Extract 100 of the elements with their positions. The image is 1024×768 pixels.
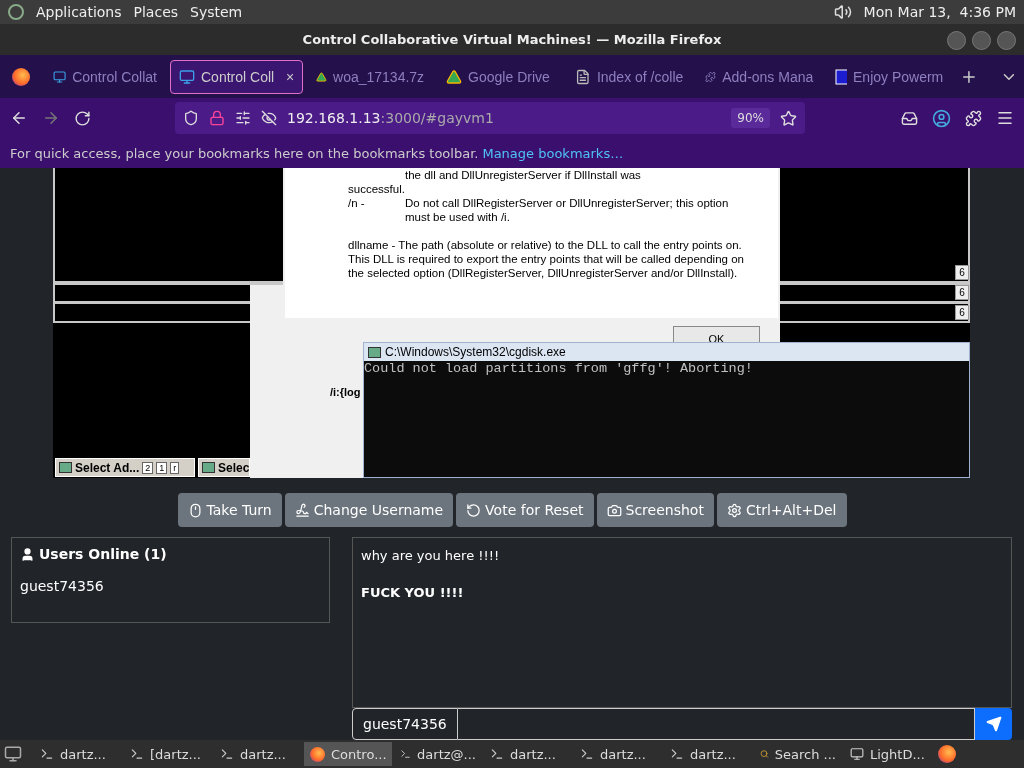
triangle-icon	[446, 68, 463, 85]
url-field[interactable]: 192.168.1.13:3000/#gayvm1 90%	[175, 102, 805, 134]
chat-message: why are you here !!!!	[361, 548, 501, 563]
zoom-badge[interactable]: 90%	[731, 108, 770, 128]
terminal-icon	[220, 747, 234, 761]
mini-button[interactable]: 1	[156, 461, 168, 474]
window-icon	[202, 462, 215, 473]
menu-icon[interactable]	[996, 109, 1014, 127]
lock-icon[interactable]	[209, 110, 225, 126]
panel-menu[interactable]: Applications	[36, 4, 122, 20]
taskbar-item[interactable]: Search ...	[754, 742, 842, 766]
taskbar-item[interactable]: dartz...	[34, 742, 122, 766]
taskbar-item[interactable]: Contro...	[304, 742, 392, 766]
taskbar-item[interactable]: [dartz...	[124, 742, 212, 766]
close-button[interactable]	[997, 31, 1016, 50]
console-title: C:\Windows\System32\cgdisk.exe	[385, 345, 566, 359]
taskbar-item[interactable]: dartz...	[574, 742, 662, 766]
bookmark-star-icon[interactable]	[780, 109, 797, 127]
signature-icon	[294, 502, 310, 518]
browser-tab[interactable]: woa_17134.7z	[307, 59, 434, 94]
counter-label: 6	[955, 305, 969, 320]
monitor-icon	[179, 68, 195, 85]
vm-action-button[interactable]: Vote for Reset	[456, 493, 594, 527]
vm-screen[interactable]	[53, 168, 970, 478]
firefox-icon[interactable]	[938, 745, 956, 763]
close-icon[interactable]: ×	[285, 68, 295, 85]
mouse-icon	[187, 502, 203, 518]
vm-task-label: Selec	[218, 460, 249, 475]
browser-tab[interactable]: Control Coll ×	[170, 59, 304, 94]
username-tag: guest74356	[352, 708, 458, 740]
vm-taskbar-item[interactable]: Selec	[198, 458, 250, 477]
help-text: Do not call DllRegisterServer or DllUnregisterServer; this option must be used with /i.	[405, 196, 730, 224]
bookmarks-hint: For quick access, place your bookmarks here on the bookmarks toolbar.	[10, 145, 479, 161]
taskbar-item[interactable]: dartz...	[664, 742, 752, 766]
pocket-icon[interactable]	[901, 109, 918, 127]
terminal-icon	[670, 747, 684, 761]
vm-action-button[interactable]: Ctrl+Alt+Del	[716, 493, 847, 527]
browser-tab[interactable]: Index of /colle	[566, 59, 693, 94]
permissions-icon[interactable]	[235, 110, 251, 126]
taskbar-item[interactable]: dartz...	[484, 742, 572, 766]
browser-tab[interactable]: Google Drive	[437, 59, 563, 94]
window-icon	[59, 462, 72, 473]
browser-tab[interactable]: Enjoy Powerm	[826, 59, 953, 94]
send-icon	[985, 716, 1002, 732]
manage-bookmarks-link[interactable]: Manage bookmarks…	[482, 145, 624, 161]
camera-icon	[606, 502, 622, 518]
monitor-icon	[53, 68, 67, 85]
panel-menu[interactable]: Places	[133, 4, 179, 20]
apps-logo-icon[interactable]	[8, 4, 24, 20]
help-text: the dll and DllUnregisterServer if DllInstall was	[404, 168, 642, 182]
reload-icon[interactable]	[74, 109, 91, 127]
panel-menu[interactable]: System	[190, 4, 243, 20]
mini-button[interactable]: r	[170, 461, 180, 474]
desktop-icon[interactable]	[4, 745, 22, 763]
terminal-icon	[40, 747, 54, 761]
clock[interactable]: Mon Mar 13, 4:36 PM	[863, 4, 1016, 20]
terminal-icon	[400, 747, 412, 761]
taskbar-item[interactable]: dartz@...	[394, 742, 482, 766]
vm-action-button[interactable]: Screenshot	[596, 493, 714, 527]
browser-tab[interactable]: Add-ons Mana	[696, 59, 823, 94]
taskbar-item[interactable]: LightD...	[844, 742, 932, 766]
counter-label: 6	[955, 285, 969, 300]
send-button[interactable]	[975, 708, 1012, 740]
undo-icon	[466, 502, 482, 518]
console-icon	[368, 346, 381, 358]
extensions-icon[interactable]	[965, 109, 982, 127]
firefox-icon	[310, 746, 325, 762]
vm-taskbar-item[interactable]: Select Ad... 2 1 r	[55, 458, 195, 477]
logo-icon	[835, 68, 847, 85]
monitor-icon	[850, 747, 864, 761]
back-icon[interactable]	[10, 109, 28, 127]
terminal-icon	[490, 747, 504, 761]
vm-action-button[interactable]: Change Username	[284, 493, 454, 527]
minimize-button[interactable]	[947, 31, 966, 50]
help-text: dllname - The path (absolute or relative) to the DLL to call the entry points on. This DLL is required to export the entry points that will be called depending on the selected option (DllRegisterServer, DllUnregisterServer and/or DllInstall).	[348, 238, 745, 280]
taskbar-item[interactable]: dartz...	[214, 742, 302, 766]
settings-icon	[726, 502, 742, 518]
eye-off-icon[interactable]	[261, 110, 277, 126]
user-name: guest74356	[20, 578, 105, 594]
forward-icon[interactable]	[42, 109, 60, 127]
vm-action-button[interactable]: Take Turn	[177, 493, 282, 527]
vm-task-label: Select Ad...	[75, 460, 140, 475]
user-icon	[20, 546, 35, 562]
chat-input[interactable]	[457, 708, 975, 740]
firefox-icon[interactable]	[12, 67, 30, 86]
terminal-icon	[580, 747, 594, 761]
counter-label: 6	[955, 265, 969, 280]
option-name: /n -	[348, 196, 366, 211]
speaker-icon[interactable]	[833, 3, 852, 21]
dialog-text: /i:{log	[330, 386, 361, 398]
mini-button[interactable]: 2	[142, 461, 154, 474]
maximize-button[interactable]	[972, 31, 991, 50]
console-output: Could not load partitions from 'gffg'! Aborting!	[364, 361, 754, 376]
users-title: Users Online (1)	[39, 546, 167, 562]
window-title: Control Collaborative Virtual Machines! — Mozilla Firefox	[302, 32, 722, 47]
file-icon	[575, 68, 591, 85]
account-icon[interactable]	[932, 108, 951, 128]
search-icon	[760, 747, 769, 761]
browser-tab[interactable]: Control Collat	[44, 59, 166, 94]
shield-icon[interactable]	[183, 110, 199, 126]
